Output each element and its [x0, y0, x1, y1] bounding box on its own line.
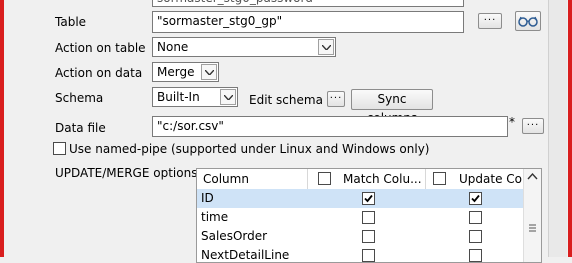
- password-field-value: sormaster_stg0_password: [157, 0, 313, 5]
- check-icon: [471, 194, 480, 203]
- table-value: "sormaster_stg0_gp": [157, 14, 283, 28]
- password-field[interactable]: sormaster_stg0_password: [152, 0, 464, 7]
- chevron-down-icon[interactable]: [220, 89, 236, 105]
- row-name: NextDetailLine: [201, 248, 290, 262]
- column-separator: [425, 169, 426, 189]
- table-row[interactable]: NextDetailLine: [197, 246, 523, 262]
- column-header-column[interactable]: Column: [203, 169, 303, 189]
- chevron-down-icon[interactable]: [201, 64, 217, 80]
- update-checkbox[interactable]: [469, 192, 482, 205]
- chevron-up-icon[interactable]: [524, 169, 541, 185]
- window-frame-left: [0, 0, 4, 257]
- action-on-data-value: Merge: [157, 65, 195, 79]
- data-file-input[interactable]: "c:/sor.csv": [152, 116, 508, 137]
- table-label: Table: [55, 15, 87, 29]
- table-scrollbar[interactable]: [523, 169, 541, 262]
- action-on-table-label: Action on table: [55, 41, 146, 55]
- merge-options-table[interactable]: Column Match Colu... Update Colu ID time…: [196, 168, 542, 263]
- view-table-button[interactable]: [515, 11, 541, 31]
- window-frame-right: [568, 0, 572, 257]
- match-checkbox[interactable]: [362, 211, 375, 224]
- data-file-browse-button[interactable]: ···: [522, 118, 544, 134]
- merge-options-label: UPDATE/MERGE options: [55, 166, 198, 180]
- chevron-down-icon[interactable]: [318, 39, 334, 55]
- table-row[interactable]: time: [197, 208, 523, 227]
- match-checkbox[interactable]: [362, 230, 375, 243]
- table-row[interactable]: SalesOrder: [197, 227, 523, 246]
- named-pipe-checkbox[interactable]: [53, 142, 66, 155]
- edit-schema-button[interactable]: ···: [327, 91, 345, 107]
- schema-value: Built-In: [157, 90, 200, 104]
- update-all-checkbox[interactable]: [433, 172, 446, 185]
- data-file-browse-label: ···: [526, 120, 540, 131]
- match-checkbox[interactable]: [362, 192, 375, 205]
- row-name: SalesOrder: [201, 229, 268, 243]
- required-mark: *: [509, 115, 515, 129]
- schema-label: Schema: [55, 91, 104, 105]
- match-checkbox[interactable]: [362, 249, 375, 262]
- data-file-label: Data file: [55, 121, 106, 135]
- match-all-checkbox[interactable]: [318, 172, 331, 185]
- column-header-update[interactable]: Update Colu: [459, 169, 525, 189]
- action-on-data-label: Action on data: [55, 66, 143, 80]
- table-browse-label: ···: [483, 15, 497, 26]
- column-header-match[interactable]: Match Colu...: [343, 169, 423, 189]
- update-checkbox[interactable]: [469, 211, 482, 224]
- row-name: ID: [201, 191, 214, 205]
- action-on-table-select[interactable]: None: [152, 37, 336, 57]
- action-on-table-value: None: [157, 40, 189, 54]
- data-file-value: "c:/sor.csv": [157, 119, 224, 133]
- table-row[interactable]: ID: [197, 189, 523, 208]
- table-header: Column Match Colu... Update Colu: [197, 169, 541, 190]
- glasses-icon: [518, 16, 538, 27]
- scroll-grip-icon[interactable]: [524, 223, 541, 233]
- edit-schema-label: Edit schema: [249, 93, 323, 107]
- named-pipe-label: Use named-pipe (supported under Linux an…: [69, 142, 430, 156]
- table-browse-button[interactable]: ···: [478, 13, 502, 29]
- table-input[interactable]: "sormaster_stg0_gp": [152, 11, 464, 33]
- check-icon: [364, 194, 373, 203]
- schema-select[interactable]: Built-In: [152, 87, 238, 107]
- panel-scrollbar[interactable]: [548, 0, 567, 257]
- row-name: time: [201, 210, 229, 224]
- column-separator: [307, 169, 308, 189]
- edit-schema-button-label: ···: [329, 93, 343, 104]
- action-on-data-select[interactable]: Merge: [152, 62, 219, 82]
- update-checkbox[interactable]: [469, 230, 482, 243]
- sync-columns-button[interactable]: Sync columns: [351, 89, 433, 125]
- update-checkbox[interactable]: [469, 249, 482, 262]
